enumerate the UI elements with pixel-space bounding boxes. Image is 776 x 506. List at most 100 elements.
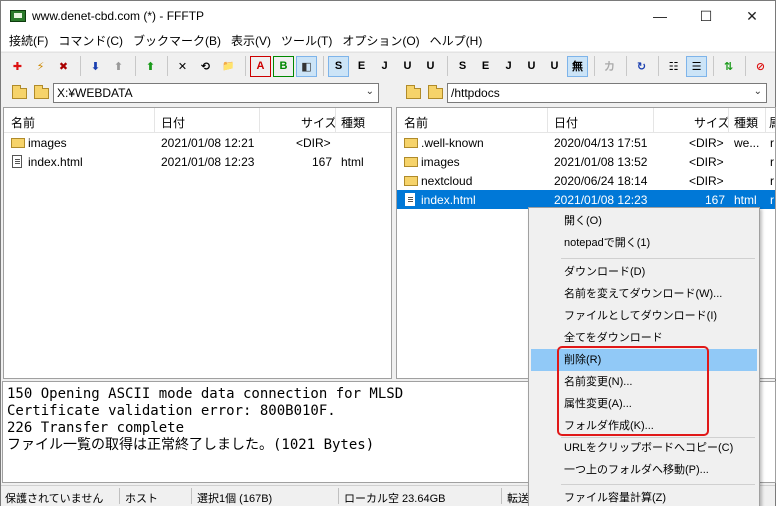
file-type: we... [734, 136, 760, 150]
minimize-button[interactable]: — [637, 1, 683, 31]
remote-row-well-known[interactable]: .well-known 2020/04/13 17:51 <DIR> we...… [397, 133, 775, 152]
sjis-icon[interactable]: S [452, 56, 473, 77]
menu-download[interactable]: ダウンロード(D) [531, 261, 757, 283]
sync-icon[interactable]: ⇅ [718, 56, 739, 77]
remote-row-images[interactable]: images 2021/01/08 13:52 <DIR> r [397, 152, 775, 171]
menu-go-parent-folder[interactable]: 一つ上のフォルダへ移動(P)... [531, 459, 757, 481]
column-size[interactable]: サイズ [694, 114, 730, 131]
list-view-icon[interactable]: ☷ [663, 56, 684, 77]
menu-copy-url[interactable]: URLをクリップボードへコピー(C) [531, 437, 757, 459]
column-attr[interactable]: 属 [769, 114, 775, 131]
open-folder-icon [427, 84, 443, 99]
toolbar-separator [80, 56, 81, 76]
local-up-folder-button[interactable] [9, 84, 29, 102]
menu-change-attributes[interactable]: 属性変更(A)... [531, 393, 757, 415]
column-date[interactable]: 日付 [161, 114, 185, 131]
file-name: images [421, 155, 460, 169]
menu-calc-size[interactable]: ファイル容量計算(Z) [531, 487, 757, 506]
maximize-button[interactable]: ☐ [683, 1, 729, 31]
utf8-icon[interactable]: U [397, 56, 418, 77]
column-size[interactable]: サイズ [301, 114, 337, 131]
title-bar: www.denet-cbd.com (*) - FFFTP — ☐ ✕ [1, 1, 775, 31]
menu-download-as-file[interactable]: ファイルとしてダウンロード(I) [531, 305, 757, 327]
file-type: html [341, 155, 364, 169]
column-name[interactable]: 名前 [11, 114, 35, 131]
menu-create-folder[interactable]: フォルダ作成(K)... [531, 415, 757, 437]
toolbar-separator [594, 56, 595, 76]
binary-mode-icon[interactable]: B [273, 55, 294, 77]
status-host: ホスト [125, 493, 158, 505]
column-name[interactable]: 名前 [404, 114, 428, 131]
menu-rename[interactable]: 名前変更(N)... [531, 371, 757, 393]
file-size: 167 [705, 193, 726, 207]
file-date: 2021/01/08 12:23 [161, 155, 255, 169]
delete-icon[interactable]: ✕ [172, 56, 193, 77]
local-row-images[interactable]: images 2021/01/08 12:21 <DIR> [4, 133, 391, 152]
sjis-icon[interactable]: S [328, 55, 349, 77]
file-date: 2020/04/13 17:51 [554, 136, 648, 150]
no-convert-icon[interactable]: 無 [567, 55, 588, 77]
file-date: 2021/01/08 13:52 [554, 155, 648, 169]
file-icon [12, 155, 22, 168]
quick-connect-icon[interactable]: ⚡ [30, 56, 51, 77]
jis-icon[interactable]: J [498, 56, 519, 77]
jis-icon[interactable]: J [374, 56, 395, 77]
file-name: images [28, 136, 67, 150]
close-button[interactable]: ✕ [729, 1, 775, 31]
auto-mode-icon[interactable]: ◧ [296, 55, 317, 77]
mirror-upload-icon[interactable]: ⬆ [140, 56, 161, 77]
column-type[interactable]: 種類 [341, 114, 365, 131]
kana-icon[interactable]: カ [599, 56, 620, 77]
disconnect-icon[interactable]: ✖ [53, 56, 74, 77]
toolbar-separator [167, 56, 168, 76]
menu-download-all[interactable]: 全てをダウンロード [531, 327, 757, 349]
euc-icon[interactable]: E [351, 56, 372, 77]
ascii-mode-icon[interactable]: A [250, 55, 271, 77]
menu-download-rename[interactable]: 名前を変えてダウンロード(W)... [531, 283, 757, 305]
column-date[interactable]: 日付 [554, 114, 578, 131]
menu-delete[interactable]: 削除(R) [531, 349, 757, 371]
ffftp-window: www.denet-cbd.com (*) - FFFTP — ☐ ✕ 接続(F… [0, 0, 776, 506]
stop-icon[interactable]: ⊘ [750, 56, 771, 77]
utf8bom-icon[interactable]: U [420, 56, 441, 77]
remote-open-folder-button[interactable] [425, 84, 445, 102]
menu-separator [561, 484, 755, 485]
menu-command[interactable]: コマンド(C) [53, 31, 128, 51]
file-size: <DIR> [689, 174, 724, 188]
chevron-down-icon[interactable]: ⌄ [366, 86, 374, 97]
folder-icon [404, 157, 418, 167]
file-size: <DIR> [689, 136, 724, 150]
remote-up-folder-button[interactable] [403, 84, 423, 102]
local-file-list[interactable]: 名前 日付 サイズ 種類 images 2021/01/08 12:21 <DI… [3, 107, 392, 379]
menu-view[interactable]: 表示(V) [226, 31, 276, 51]
euc-icon[interactable]: E [475, 56, 496, 77]
mkdir-icon[interactable]: 📁 [218, 56, 239, 77]
file-size: 167 [312, 155, 333, 169]
detail-view-icon[interactable]: ☰ [686, 55, 707, 77]
column-type[interactable]: 種類 [734, 114, 758, 131]
chevron-down-icon[interactable]: ⌄ [754, 86, 762, 97]
local-path-combo[interactable]: X:¥WEBDATA ⌄ [53, 83, 379, 103]
connect-icon[interactable]: ✚ [7, 56, 28, 77]
local-open-folder-button[interactable] [31, 84, 51, 102]
file-name: nextcloud [421, 174, 473, 188]
upload-icon[interactable]: ⬆ [108, 56, 129, 77]
menu-options[interactable]: オプション(O) [337, 31, 424, 51]
menu-bookmark[interactable]: ブックマーク(B) [128, 31, 226, 51]
local-row-index-html[interactable]: index.html 2021/01/08 12:23 167 html [4, 152, 391, 171]
menu-help[interactable]: ヘルプ(H) [425, 31, 488, 51]
utf8bom-icon[interactable]: U [544, 56, 565, 77]
menu-connect[interactable]: 接続(F) [4, 31, 53, 51]
status-selection: 選択1個 (167B) [197, 493, 273, 505]
menu-open[interactable]: 開く(O) [531, 210, 757, 232]
remote-path-combo[interactable]: /httpdocs ⌄ [447, 83, 767, 103]
rename-icon[interactable]: ⟲ [195, 56, 216, 77]
file-date: 2021/01/08 12:21 [161, 136, 255, 150]
menu-tools[interactable]: ツール(T) [276, 31, 337, 51]
refresh-icon[interactable]: ↻ [631, 56, 652, 77]
utf8-icon[interactable]: U [521, 56, 542, 77]
menu-open-notepad[interactable]: notepadで開く(1) [531, 232, 757, 254]
remote-row-nextcloud[interactable]: nextcloud 2020/06/24 18:14 <DIR> r [397, 171, 775, 190]
file-name: index.html [28, 155, 83, 169]
download-icon[interactable]: ⬇ [85, 56, 106, 77]
